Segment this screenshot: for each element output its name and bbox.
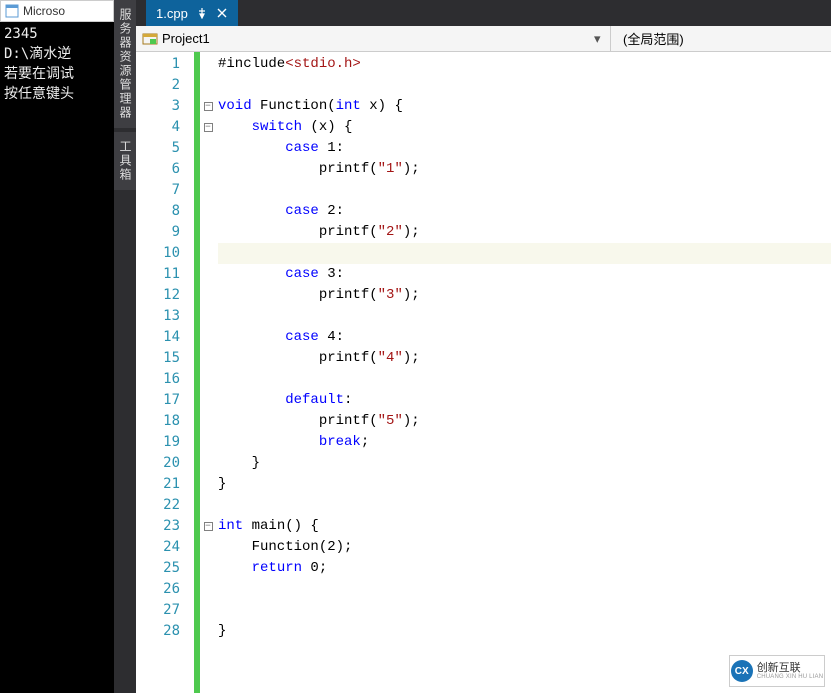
line-number: 11: [136, 264, 180, 285]
line-number: 24: [136, 537, 180, 558]
line-number: 4: [136, 117, 180, 138]
console-title-bar: Microso: [0, 0, 114, 22]
code-line[interactable]: void Function(int x) {: [218, 96, 831, 117]
code-line[interactable]: default:: [218, 390, 831, 411]
chevron-down-icon: ▾: [594, 31, 604, 47]
line-number: 21: [136, 474, 180, 495]
line-number: 26: [136, 579, 180, 600]
code-line[interactable]: printf("4");: [218, 348, 831, 369]
code-line[interactable]: case 2:: [218, 201, 831, 222]
code-line[interactable]: }: [218, 621, 831, 642]
code-line[interactable]: case 3:: [218, 264, 831, 285]
code-line[interactable]: [218, 369, 831, 390]
code-line[interactable]: Function(2);: [218, 537, 831, 558]
scope-label: (全局范围): [623, 29, 684, 48]
code-line[interactable]: [218, 306, 831, 327]
line-number: 8: [136, 201, 180, 222]
code-line[interactable]: [218, 495, 831, 516]
line-number: 25: [136, 558, 180, 579]
code-line[interactable]: case 4:: [218, 327, 831, 348]
code-line[interactable]: break;: [218, 432, 831, 453]
code-line[interactable]: #include<stdio.h>: [218, 54, 831, 75]
line-number: 12: [136, 285, 180, 306]
side-tab[interactable]: 工具箱: [114, 132, 136, 190]
document-tab-label: 1.cpp: [156, 6, 188, 21]
project-icon: [142, 31, 158, 47]
line-number: 23: [136, 516, 180, 537]
side-tabs: 服务器资源管理器工具箱: [114, 0, 136, 693]
line-number: 17: [136, 390, 180, 411]
code-line[interactable]: [218, 243, 831, 264]
console-line: 按任意键头: [4, 84, 110, 104]
code-line[interactable]: }: [218, 474, 831, 495]
line-number: 19: [136, 432, 180, 453]
code-line[interactable]: int main() {: [218, 516, 831, 537]
side-tab[interactable]: 服务器资源管理器: [114, 0, 136, 128]
line-number: 10: [136, 243, 180, 264]
console-line: D:\滴水逆: [4, 44, 110, 64]
code-line[interactable]: printf("5");: [218, 411, 831, 432]
project-name: Project1: [162, 31, 210, 46]
code-line[interactable]: [218, 75, 831, 96]
line-number: 6: [136, 159, 180, 180]
line-number: 20: [136, 453, 180, 474]
line-number: 3: [136, 96, 180, 117]
code-line[interactable]: printf("1");: [218, 159, 831, 180]
watermark-logo: CX 创新互联 CHUANG XIN HU LIAN: [729, 655, 825, 687]
document-tab-strip: 1.cpp: [136, 0, 831, 26]
fold-column[interactable]: − − −: [200, 52, 216, 693]
line-number: 14: [136, 327, 180, 348]
line-number: 16: [136, 369, 180, 390]
console-line: 若要在调试: [4, 64, 110, 84]
code-text-area[interactable]: #include<stdio.h>void Function(int x) { …: [216, 52, 831, 693]
code-editor[interactable]: 1234567891011121314151617181920212223242…: [136, 52, 831, 693]
code-line[interactable]: return 0;: [218, 558, 831, 579]
code-line[interactable]: switch (x) {: [218, 117, 831, 138]
window-icon: [5, 4, 19, 18]
pin-icon[interactable]: [196, 7, 208, 19]
code-line[interactable]: case 1:: [218, 138, 831, 159]
close-icon[interactable]: [216, 7, 228, 19]
fold-toggle[interactable]: −: [204, 102, 213, 111]
line-number: 22: [136, 495, 180, 516]
project-dropdown[interactable]: Project1 ▾: [136, 26, 611, 51]
console-title-text: Microso: [23, 4, 65, 18]
code-line[interactable]: [218, 180, 831, 201]
console-output: 2345D:\滴水逆若要在调试按任意键头: [0, 22, 114, 106]
logo-text-en: CHUANG XIN HU LIAN: [757, 674, 824, 681]
line-number: 2: [136, 75, 180, 96]
line-number: 27: [136, 600, 180, 621]
line-number-gutter: 1234567891011121314151617181920212223242…: [136, 52, 194, 693]
line-number: 9: [136, 222, 180, 243]
code-line[interactable]: [218, 600, 831, 621]
code-line[interactable]: printf("3");: [218, 285, 831, 306]
code-line[interactable]: printf("2");: [218, 222, 831, 243]
logo-mark: CX: [731, 660, 753, 682]
navigation-bar: Project1 ▾ (全局范围): [136, 26, 831, 52]
line-number: 28: [136, 621, 180, 642]
code-line[interactable]: }: [218, 453, 831, 474]
line-number: 15: [136, 348, 180, 369]
console-panel: Microso 2345D:\滴水逆若要在调试按任意键头: [0, 0, 114, 693]
line-number: 18: [136, 411, 180, 432]
line-number: 7: [136, 180, 180, 201]
line-number: 1: [136, 54, 180, 75]
document-tab[interactable]: 1.cpp: [146, 0, 238, 26]
code-line[interactable]: [218, 579, 831, 600]
console-line: 2345: [4, 24, 110, 44]
editor-column: 1.cpp Project1 ▾ (全局范围) 1234567891011121…: [136, 0, 831, 693]
fold-toggle[interactable]: −: [204, 522, 213, 531]
fold-toggle[interactable]: −: [204, 123, 213, 132]
line-number: 5: [136, 138, 180, 159]
logo-text-cn: 创新互联: [757, 662, 824, 674]
line-number: 13: [136, 306, 180, 327]
scope-dropdown[interactable]: (全局范围): [611, 26, 831, 51]
